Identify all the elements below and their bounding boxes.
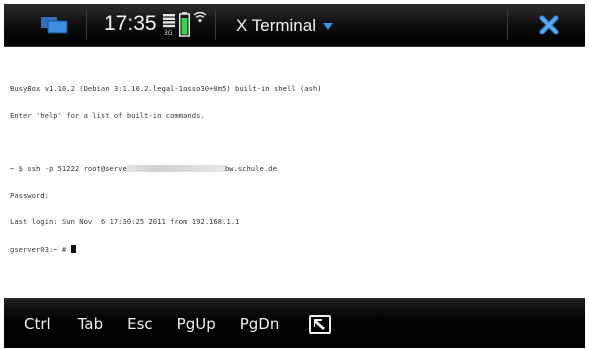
ssh-host-suffix: bw.schule.de [224,163,277,173]
tab-key-button[interactable]: Tab [78,313,103,335]
terminal-line: Enter 'help' for a list of built-in comm… [10,110,205,120]
softkey-toolbar: Ctrl Tab Esc PgUp PgDn [4,298,585,348]
battery-icon [179,12,190,37]
shell-prompt: gserver03:~ # [10,245,71,255]
ctrl-key-button[interactable]: Ctrl [24,313,51,335]
close-icon[interactable] [538,14,560,36]
device-screen: 17:35 3G X Terminal BusyBox v1.10.2 (Deb… [0,0,589,349]
terminal-line-ssh: ~ $ ssh -p 51222 root@serve bw.schule.de [10,163,322,174]
terminal-view[interactable]: BusyBox v1.10.2 (Debian 3:1.10.2.legal-1… [4,47,585,297]
terminal-prompt-line: gserver03:~ # [10,245,322,254]
pgdn-key-button[interactable]: PgDn [240,313,280,335]
task-switcher-icon[interactable] [40,16,68,34]
wifi-icon [193,11,207,23]
dropdown-arrow-icon [323,22,333,30]
ssh-command: ~ $ ssh -p 51222 root@serve [10,163,127,173]
divider [86,10,87,40]
pgup-key-button[interactable]: PgUp [177,313,216,335]
divider [507,10,508,40]
redacted-hostname [126,164,225,172]
app-title: X Terminal [236,16,316,35]
signal-strength-icon: 3G [163,14,175,37]
terminal-output: BusyBox v1.10.2 (Debian 3:1.10.2.legal-1… [10,67,322,272]
divider [215,10,216,40]
status-bar: 17:35 3G X Terminal [4,4,585,47]
network-type-label: 3G [164,30,173,37]
screen-toggle-icon[interactable] [309,314,332,334]
terminal-line: BusyBox v1.10.2 (Debian 3:1.10.2.legal-1… [10,83,322,93]
clock: 17:35 [104,12,157,35]
text-cursor [70,245,76,254]
terminal-line: Last login: Sun Nov 6 17:30:25 2011 from… [10,217,240,227]
esc-key-button[interactable]: Esc [127,313,153,335]
terminal-line: Password: [10,190,49,200]
app-menu[interactable]: X Terminal [236,14,333,38]
